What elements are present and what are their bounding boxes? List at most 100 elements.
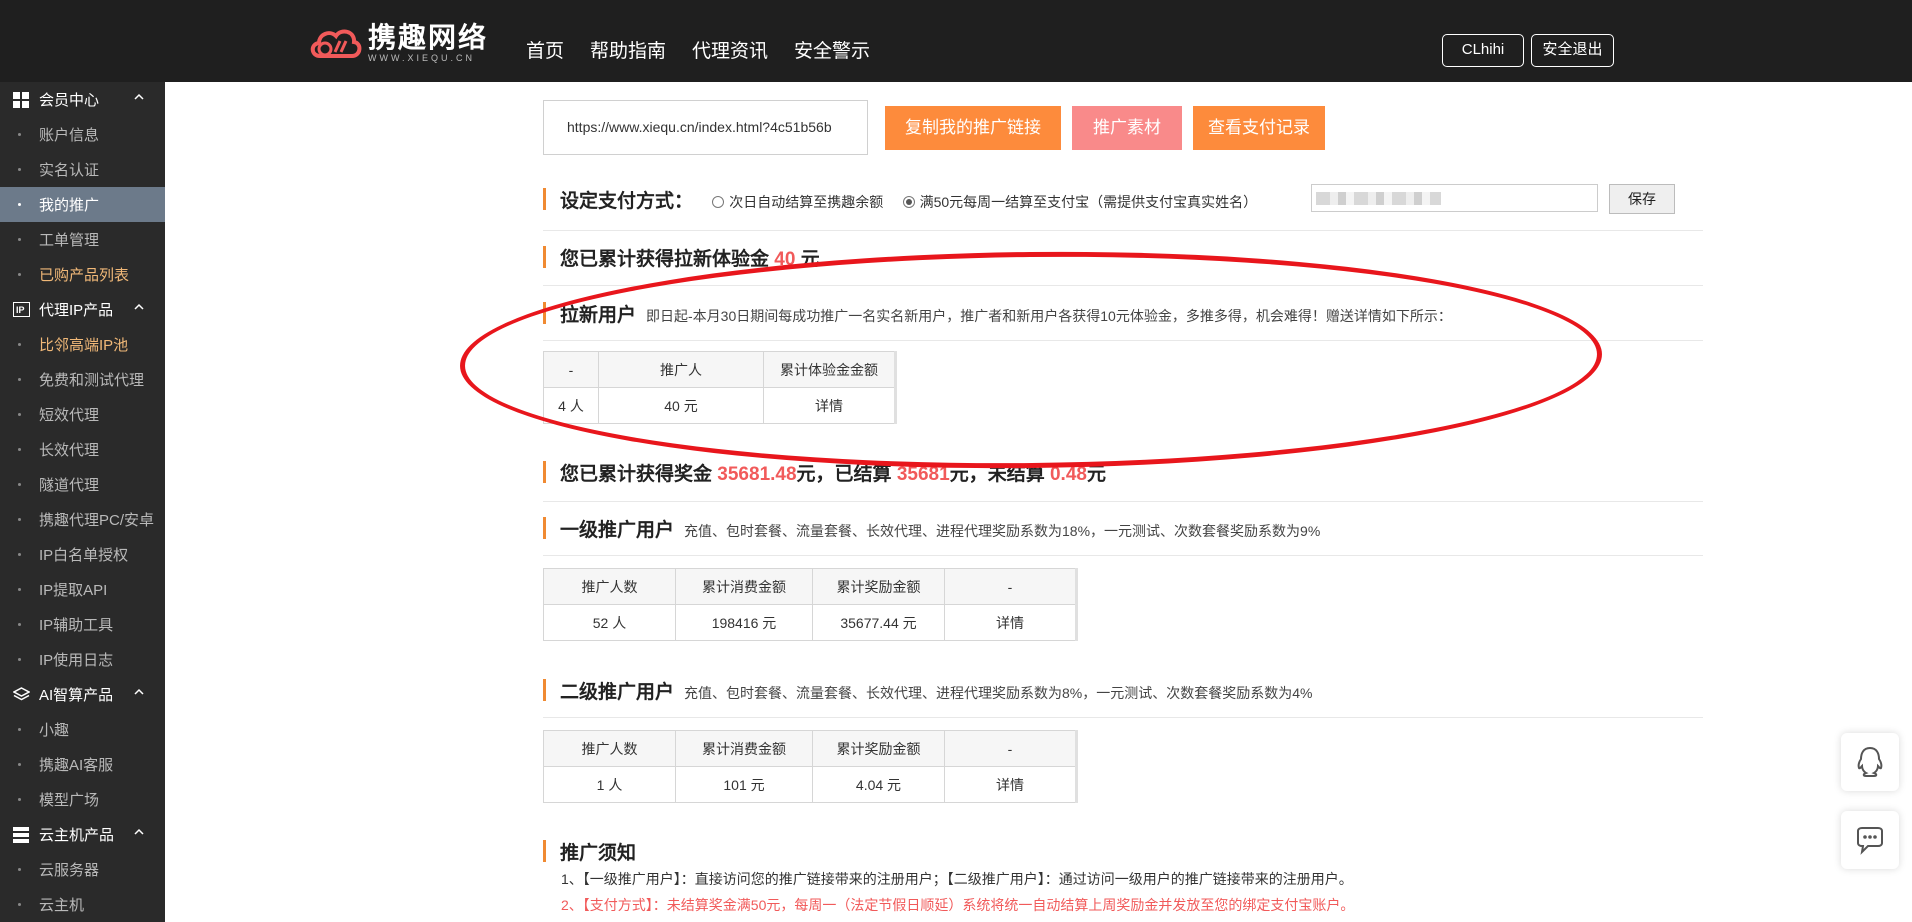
nav-security[interactable]: 安全警示 [794, 36, 870, 63]
sidebar-group-cloud[interactable]: 云主机产品 [0, 817, 165, 852]
top-bar: 携趣网络 WWW.XIEQU.CN 首页 帮助指南 代理资讯 安全警示 CLhi… [0, 0, 1912, 82]
sidebar-group-proxy[interactable]: IP 代理IP产品 [0, 292, 165, 327]
chevron-up-icon [134, 93, 144, 100]
sidebar-item-verification[interactable]: 实名认证 [0, 152, 165, 187]
bonus-label: 您已累计获得奖金 [560, 464, 713, 485]
payment-record-button[interactable]: 查看支付记录 [1193, 106, 1325, 150]
sidebar-item-api[interactable]: IP提取API [0, 572, 165, 607]
bonus-settled-amount: 35681 [896, 464, 950, 485]
sidebar-group-label: 会员中心 [39, 92, 100, 109]
table-header-cell: 推广人数 [543, 568, 676, 605]
table-header-cell: - [944, 730, 1077, 767]
level1-table: 推广人数 累计消费金额 累计奖励金额 - 52 人 198416 元 35677… [543, 568, 1078, 641]
table-cell: 52 人 [543, 604, 676, 641]
main-nav: 首页 帮助指南 代理资讯 安全警示 [526, 36, 870, 63]
sidebar-item-my-promotion[interactable]: 我的推广 [0, 187, 165, 222]
server-icon [12, 826, 30, 844]
details-link[interactable]: 详情 [944, 766, 1077, 803]
divider [543, 285, 1703, 286]
chevron-up-icon [134, 303, 144, 310]
logo[interactable]: 携趣网络 WWW.XIEQU.CN [308, 22, 488, 64]
newuser-total-amount: 40 [774, 249, 796, 270]
sidebar-item-client[interactable]: 携趣代理PC/安卓 [0, 502, 165, 537]
newuser-total-unit: 元 [800, 249, 820, 270]
sidebar-group-ai[interactable]: AI智算产品 [0, 677, 165, 712]
radio-button-checked[interactable] [902, 196, 915, 208]
promo-link-field[interactable]: https://www.xiequ.cn/index.html?4c51b56b [543, 100, 868, 155]
payment-option-balance[interactable]: 次日自动结算至携趣余额 [712, 194, 883, 210]
chat-icon [1857, 827, 1883, 855]
table-cell: 101 元 [675, 766, 813, 803]
nav-news[interactable]: 代理资讯 [692, 36, 768, 63]
alipay-name-input[interactable] [1311, 184, 1598, 212]
sidebar-item-tickets[interactable]: 工单管理 [0, 222, 165, 257]
sidebar-group-member[interactable]: 会员中心 [0, 82, 165, 117]
details-link[interactable]: 详情 [763, 387, 896, 424]
level1-title: 一级推广用户 [560, 520, 675, 541]
sidebar-item-xiaoqu[interactable]: 小趣 [0, 712, 165, 747]
level2-table: 推广人数 累计消费金额 累计奖励金额 - 1 人 101 元 4.04 元 详情 [543, 730, 1078, 803]
logout-button[interactable]: 安全退出 [1531, 34, 1614, 67]
divider [543, 555, 1703, 556]
sidebar-item-short-proxy[interactable]: 短效代理 [0, 397, 165, 432]
sidebar-item-purchased[interactable]: 已购产品列表 [0, 257, 165, 292]
newuser-subsection-desc: 即日起-本月30日期间每成功推广一名实名新用户，推广者和新用户各获得10元体验金… [646, 308, 1452, 324]
notice-heading: 推广须知 [543, 838, 636, 865]
sidebar-item-free-proxy[interactable]: 免费和测试代理 [0, 362, 165, 397]
table-row: 52 人 198416 元 35677.44 元 详情 [543, 604, 1077, 641]
details-link[interactable]: 详情 [944, 604, 1077, 641]
nav-help[interactable]: 帮助指南 [590, 36, 666, 63]
username-button[interactable]: CLhihi [1442, 34, 1524, 67]
newuser-total-heading: 您已累计获得拉新体验金 40 元 [543, 244, 820, 271]
save-button[interactable]: 保存 [1609, 184, 1675, 214]
sidebar-item-whitelist[interactable]: IP白名单授权 [0, 537, 165, 572]
cloud-logo-icon [310, 29, 362, 58]
sidebar-item-ai-service[interactable]: 携趣AI客服 [0, 747, 165, 782]
divider [543, 501, 1703, 502]
table-cell: 4 人 [543, 387, 599, 424]
table-row: 4 人 40 元 详情 [543, 387, 896, 424]
sidebar-item-logs[interactable]: IP使用日志 [0, 642, 165, 677]
sidebar-item-cloud-server[interactable]: 云服务器 [0, 852, 165, 887]
newuser-total-label: 您已累计获得拉新体验金 [560, 249, 770, 270]
table-cell: 1 人 [543, 766, 676, 803]
bonus-label: 元，已结算 [796, 464, 892, 485]
chat-service-button[interactable] [1841, 811, 1899, 869]
sidebar-item-cloud-host[interactable]: 云主机 [0, 887, 165, 922]
table-cell: 40 元 [598, 387, 764, 424]
divider [543, 230, 1703, 231]
newuser-subsection-title: 拉新用户 [560, 305, 637, 326]
table-cell: 35677.44 元 [812, 604, 945, 641]
logo-subtitle: WWW.XIEQU.CN [368, 53, 475, 63]
table-header-cell: 推广人 [598, 351, 764, 388]
table-header-cell: - [543, 351, 599, 388]
table-header-cell: 推广人数 [543, 730, 676, 767]
blurred-name [1316, 192, 1441, 205]
newuser-table: - 推广人 累计体验金金额 4 人 40 元 详情 [543, 351, 897, 424]
qq-service-button[interactable] [1841, 733, 1899, 791]
bonus-total-amount: 35681.48 [717, 464, 797, 485]
promo-material-button[interactable]: 推广素材 [1072, 106, 1182, 150]
sidebar-item-model-plaza[interactable]: 模型广场 [0, 782, 165, 817]
divider [543, 717, 1703, 718]
payment-option-label: 满50元每周一结算至支付宝（需提供支付宝真实姓名） [919, 194, 1258, 210]
bonus-label: 元，未结算 [949, 464, 1045, 485]
sidebar-item-premium-pool[interactable]: 比邻高端IP池 [0, 327, 165, 362]
chevron-up-icon [134, 688, 144, 695]
sidebar-item-tunnel-proxy[interactable]: 隧道代理 [0, 467, 165, 502]
copy-link-button[interactable]: 复制我的推广链接 [885, 106, 1061, 150]
table-header-row: - 推广人 累计体验金金额 [543, 351, 896, 388]
nav-home[interactable]: 首页 [526, 36, 564, 63]
notice-line-1: 1、【一级推广用户】：直接访问您的推广链接带来的注册用户；【二级推广用户】：通过… [561, 871, 1353, 887]
divider [543, 340, 1703, 341]
table-header-row: 推广人数 累计消费金额 累计奖励金额 - [543, 568, 1077, 605]
table-header-cell: 累计消费金额 [675, 730, 813, 767]
payment-option-alipay[interactable]: 满50元每周一结算至支付宝（需提供支付宝真实姓名） [902, 194, 1258, 210]
payment-method-title: 设定支付方式： [560, 191, 694, 212]
bonus-label: 元 [1086, 464, 1106, 485]
sidebar-item-account-info[interactable]: 账户信息 [0, 117, 165, 152]
sidebar-group-label: 云主机产品 [39, 827, 115, 844]
radio-button[interactable] [712, 196, 725, 208]
sidebar-item-tools[interactable]: IP辅助工具 [0, 607, 165, 642]
sidebar-item-long-proxy[interactable]: 长效代理 [0, 432, 165, 467]
